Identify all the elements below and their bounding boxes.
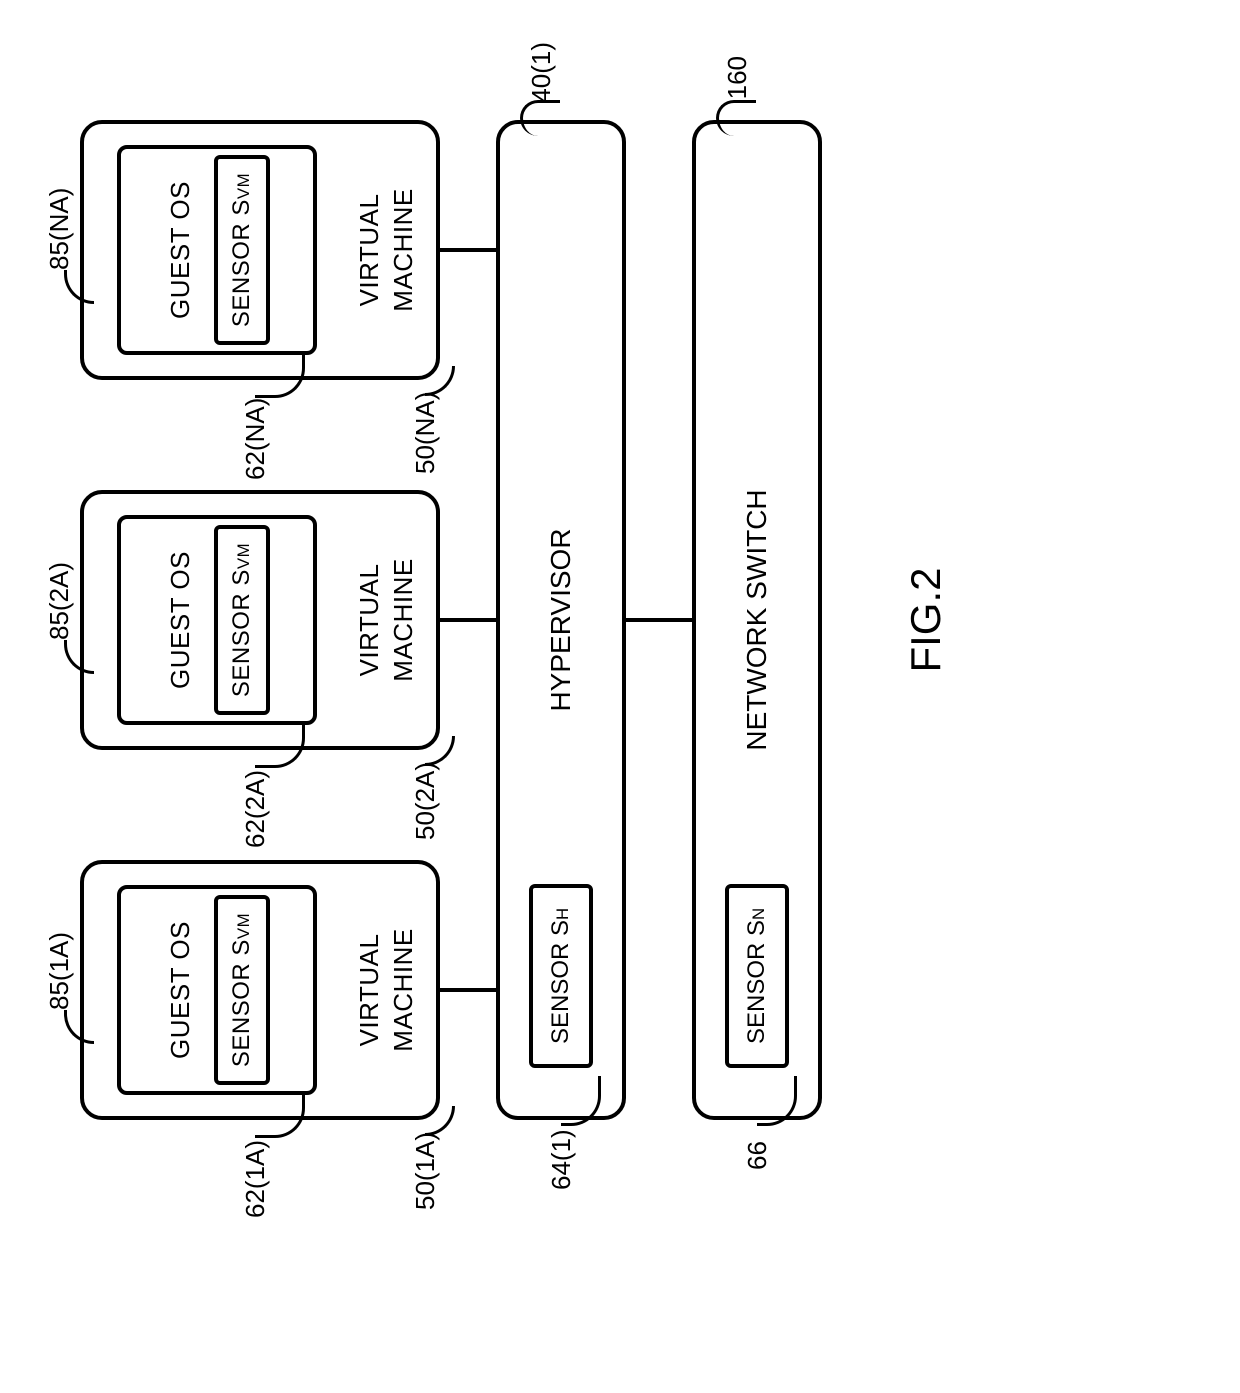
hypervisor-label: HYPERVISOR <box>545 528 577 711</box>
vm-column-1: 85(1A) GUEST OS SENSOR SVM VIRTUALMACHIN… <box>80 860 496 1120</box>
leader-os-2 <box>64 640 94 674</box>
ref-hyp-sensor: 64(1) <box>546 1129 577 1190</box>
hypervisor-wrap: SENSOR SH HYPERVISOR 40(1) 64(1) <box>496 120 626 1120</box>
ref-sensor-1: 62(1A) <box>240 1140 271 1218</box>
vm-column-3: 85(NA) GUEST OS SENSOR SVM VIRTUALMACHIN… <box>80 120 496 380</box>
diagram-canvas: 85(1A) GUEST OS SENSOR SVM VIRTUALMACHIN… <box>80 80 950 1160</box>
guest-os-box-2: GUEST OS SENSOR SVM <box>117 515 317 725</box>
vm-box-3: GUEST OS SENSOR SVM VIRTUALMACHINE <box>80 120 440 380</box>
hyp-switch-connector-wrap <box>626 120 692 1120</box>
ref-vm-3: 50(NA) <box>410 392 441 474</box>
leader-sensor-1 <box>255 1094 305 1138</box>
leader-sensor-2 <box>255 724 305 768</box>
guest-os-box-1: GUEST OS SENSOR SVM <box>117 885 317 1095</box>
vm-sensor-2: SENSOR SVM <box>214 525 270 715</box>
guest-os-label-3: GUEST OS <box>165 181 196 319</box>
leader-os-1 <box>64 1010 94 1044</box>
switch-label: NETWORK SWITCH <box>741 489 773 750</box>
vm-box-2: GUEST OS SENSOR SVM VIRTUALMACHINE <box>80 490 440 750</box>
leader-sensor-3 <box>255 354 305 398</box>
figure-label: FIG.2 <box>902 80 950 1160</box>
switch-box: SENSOR SN NETWORK SWITCH <box>692 120 822 1120</box>
connector-vm3-hyp <box>440 248 496 252</box>
hypervisor-box: SENSOR SH HYPERVISOR <box>496 120 626 1120</box>
ref-os-2: 85(2A) <box>44 562 75 640</box>
vm-label-3: VIRTUALMACHINE <box>353 188 421 311</box>
leader-hypervisor <box>520 100 560 136</box>
guest-os-box-3: GUEST OS SENSOR SVM <box>117 145 317 355</box>
switch-sensor: SENSOR SN <box>725 884 789 1068</box>
ref-sensor-2: 62(2A) <box>240 770 271 848</box>
vm-sensor-3: SENSOR SVM <box>214 155 270 345</box>
connector-hyp-switch <box>626 618 692 622</box>
hypervisor-sensor: SENSOR SH <box>529 884 593 1068</box>
vm-label-2: VIRTUALMACHINE <box>353 558 421 681</box>
guest-os-label-2: GUEST OS <box>165 551 196 689</box>
leader-os-3 <box>64 270 94 304</box>
guest-os-label-1: GUEST OS <box>165 921 196 1059</box>
vm-box-1: GUEST OS SENSOR SVM VIRTUALMACHINE <box>80 860 440 1120</box>
ref-vm-1: 50(1A) <box>410 1132 441 1210</box>
switch-wrap: SENSOR SN NETWORK SWITCH 160 66 <box>692 120 822 1120</box>
ref-switch-sensor: 66 <box>742 1141 773 1170</box>
leader-vm-2 <box>425 736 455 766</box>
leader-switch <box>716 100 756 136</box>
vm-row: 85(1A) GUEST OS SENSOR SVM VIRTUALMACHIN… <box>80 120 496 1120</box>
ref-switch: 160 <box>722 56 753 99</box>
ref-os-3: 85(NA) <box>44 188 75 270</box>
vm-label-1: VIRTUALMACHINE <box>353 928 421 1051</box>
vm-column-2: 85(2A) GUEST OS SENSOR SVM VIRTUALMACHIN… <box>80 490 496 750</box>
vm-sensor-1: SENSOR SVM <box>214 895 270 1085</box>
ref-hypervisor: 40(1) <box>526 42 557 103</box>
ref-vm-2: 50(2A) <box>410 762 441 840</box>
connector-vm1-hyp <box>440 988 496 992</box>
connector-vm2-hyp <box>440 618 496 622</box>
leader-vm-3 <box>425 366 455 396</box>
ref-os-1: 85(1A) <box>44 932 75 1010</box>
ref-sensor-3: 62(NA) <box>240 398 271 480</box>
leader-vm-1 <box>425 1106 455 1136</box>
